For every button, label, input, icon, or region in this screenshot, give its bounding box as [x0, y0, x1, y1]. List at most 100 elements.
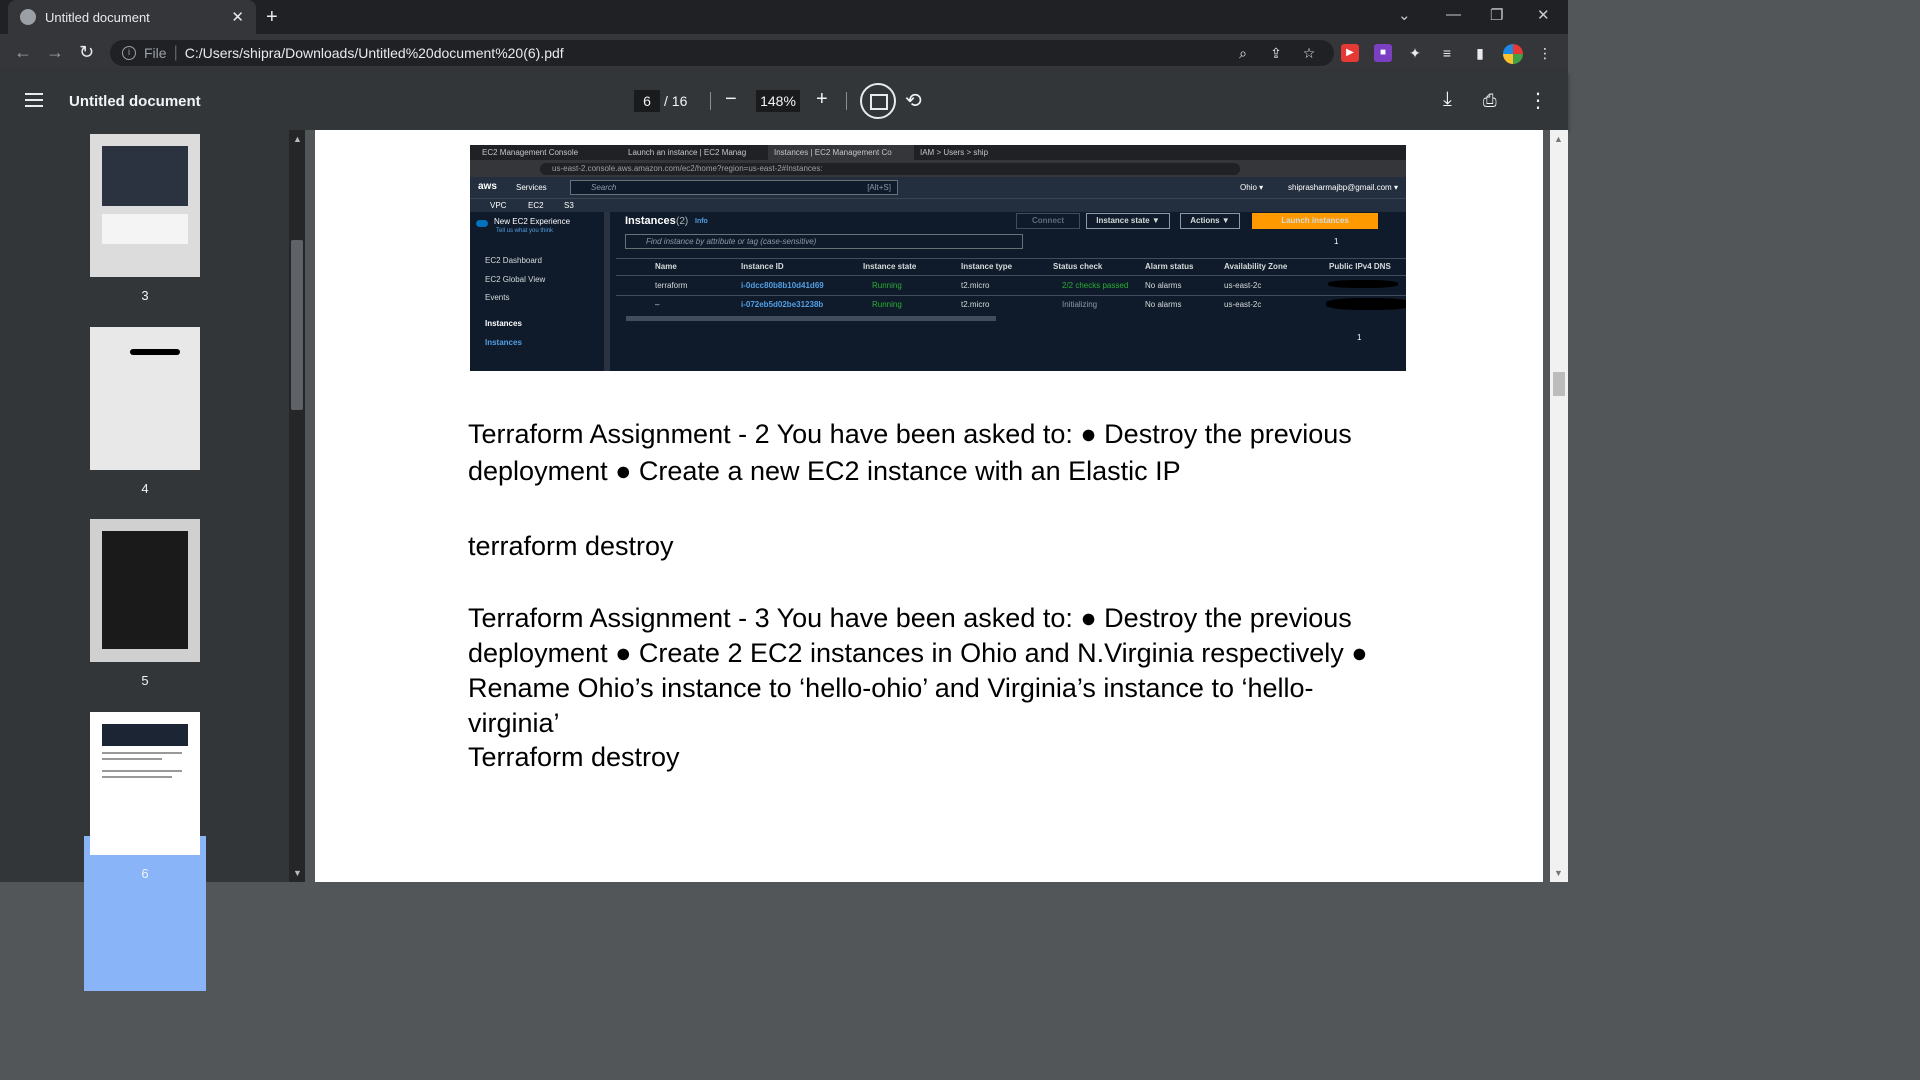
document-title: Untitled document [69, 93, 201, 110]
address-bar: ← → ↻ i File | C:/Users/shipra/Downloads… [0, 34, 1568, 72]
shot-filter: Find instance by attribute or tag (case-… [625, 234, 1023, 249]
avatar[interactable] [1503, 44, 1523, 64]
shot-nav-item: EC2 Dashboard [485, 256, 542, 265]
shot-page-num: 1 [1334, 237, 1339, 246]
shot-actions: Actions ▼ [1180, 213, 1240, 229]
zoom-in-icon[interactable]: + [816, 88, 828, 111]
zoom-out-icon[interactable]: − [725, 88, 737, 111]
extension-purple-icon[interactable]: ■ [1374, 44, 1392, 62]
info-icon[interactable]: i [122, 46, 136, 60]
close-tab-icon[interactable]: ✕ [231, 8, 244, 26]
scroll-up-icon[interactable]: ▲ [1554, 134, 1563, 144]
sidepanel-icon[interactable]: ▮ [1471, 44, 1489, 62]
shot-col: Name [655, 262, 677, 271]
shot-cell: Running [872, 281, 902, 290]
scroll-up-icon[interactable]: ▲ [293, 134, 302, 144]
page-number-input[interactable]: 6 [634, 90, 660, 112]
tab-title: Untitled document [45, 9, 150, 25]
shot-tab: IAM > Users > ship [920, 148, 989, 157]
toolbar-divider [846, 92, 847, 110]
shot-tab: Instances | EC2 Management Co [768, 145, 914, 160]
chevron-down-icon[interactable]: ⌄ [1398, 6, 1411, 24]
shot-new-experience-sub: Tell us what you think [496, 228, 554, 234]
shot-tab: Launch an instance | EC2 Manag [628, 148, 747, 157]
shot-count: (2) [676, 216, 689, 227]
thumbnail-label: 4 [141, 481, 149, 496]
destroy-command-1: terraform destroy [468, 531, 674, 561]
shot-address-bar: us-east-2.console.aws.amazon.com/ec2/hom… [470, 160, 1406, 177]
thumbnail-page-3[interactable] [90, 134, 200, 277]
restore-icon[interactable]: ❐ [1490, 6, 1503, 24]
shot-aws-header: aws Services Search [Alt+S] Ohio ▾ shipr… [470, 177, 1406, 198]
shot-nav-section: Instances [485, 319, 522, 328]
shot-cell: – [655, 300, 660, 309]
sidebar-scrollbar[interactable]: ▲ ▼ [289, 130, 305, 882]
shot-account: shiprasharmajbp@gmail.com ▾ [1288, 183, 1398, 192]
menu-icon[interactable] [25, 93, 43, 107]
more-options-icon[interactable]: ⋮ [1528, 88, 1548, 113]
shot-info: Info [695, 218, 708, 225]
kebab-menu-icon[interactable]: ⋮ [1536, 44, 1554, 62]
shot-search-shortcut: [Alt+S] [867, 183, 891, 192]
thumbnail-selection [84, 836, 206, 991]
thumbnail-sidebar: 3 4 5 6 [0, 130, 289, 991]
shot-left-nav: New EC2 Experience Tell us what you thin… [470, 212, 610, 371]
shot-main: Instances (2) Info Connect Instance stat… [616, 212, 1406, 371]
shot-col: Alarm status [1145, 262, 1194, 271]
sidebar-scroll-thumb[interactable] [291, 240, 303, 410]
fit-page-icon[interactable] [860, 83, 896, 119]
shot-fav-vpc: VPC [490, 201, 507, 210]
thumbnail-label: 5 [141, 673, 149, 688]
thumbnail-label: 3 [141, 288, 149, 303]
pdf-toolbar: Untitled document 6 / 16 − 148% + ⟲ ⤓ ⎙ … [0, 72, 1568, 130]
shot-col: Instance type [961, 262, 1013, 271]
zoom-icon[interactable]: ⌕ [1234, 44, 1252, 62]
omnibox[interactable]: i File | C:/Users/shipra/Downloads/Untit… [110, 40, 1334, 66]
browser-tab[interactable]: Untitled document ✕ [8, 0, 256, 34]
thumbnail-page-4[interactable] [90, 327, 200, 470]
shot-cell: terraform [655, 281, 688, 290]
zoom-input[interactable]: 148% [756, 90, 800, 112]
extension-red-icon[interactable]: ▶ [1341, 44, 1359, 62]
thumbnail-page-5[interactable] [90, 519, 200, 662]
shot-cell: t2.micro [961, 300, 990, 309]
shot-cell: No alarms [1145, 300, 1182, 309]
shot-services: Services [516, 183, 547, 192]
shot-search: Search [Alt+S] [570, 180, 898, 195]
shot-nav-item: Events [485, 293, 510, 302]
scroll-down-icon[interactable]: ▼ [1554, 868, 1563, 878]
shot-cell: i-072eb5d02be31238b [741, 300, 824, 309]
media-icon[interactable]: ≡ [1438, 44, 1456, 62]
shot-col: Instance ID [741, 262, 784, 271]
close-window-icon[interactable]: ✕ [1537, 6, 1550, 24]
puzzle-icon[interactable]: ✦ [1406, 44, 1424, 62]
forward-icon[interactable]: → [46, 42, 64, 63]
shot-heading: Instances [625, 215, 676, 227]
thumbnail-page-6[interactable] [90, 712, 200, 855]
share-icon[interactable]: ⇪ [1267, 44, 1285, 62]
reload-icon[interactable]: ↻ [79, 42, 94, 63]
shot-col: Instance state [863, 262, 917, 271]
aws-logo: aws [478, 181, 497, 192]
back-icon[interactable]: ← [14, 42, 32, 63]
main-scroll-thumb[interactable] [1553, 372, 1565, 396]
shot-col: Status check [1053, 262, 1103, 271]
assignment-2-text: Terraform Assignment - 2 You have been a… [468, 419, 1352, 486]
shot-cell: No alarms [1145, 281, 1182, 290]
shot-new-experience: New EC2 Experience [494, 217, 571, 226]
main-scrollbar[interactable]: ▲ ▼ [1550, 130, 1568, 882]
new-tab-icon[interactable]: + [266, 6, 278, 29]
download-icon[interactable]: ⤓ [1443, 88, 1452, 111]
address-separator: | [173, 44, 178, 61]
star-icon[interactable]: ☆ [1300, 44, 1318, 62]
shot-nav-active: Instances [485, 338, 522, 347]
embedded-screenshot: EC2 Management Console Launch an instanc… [470, 145, 1406, 371]
shot-launch: Launch instances [1252, 213, 1378, 229]
address-url[interactable]: C:/Users/shipra/Downloads/Untitled%20doc… [185, 45, 564, 61]
scroll-down-icon[interactable]: ▼ [293, 868, 302, 878]
rotate-icon[interactable]: ⟲ [905, 88, 922, 113]
minimize-icon[interactable]: — [1446, 6, 1461, 23]
print-icon[interactable]: ⎙ [1483, 91, 1497, 111]
shot-fav-s3: S3 [564, 201, 574, 210]
shot-tab: EC2 Management Console [482, 148, 579, 157]
